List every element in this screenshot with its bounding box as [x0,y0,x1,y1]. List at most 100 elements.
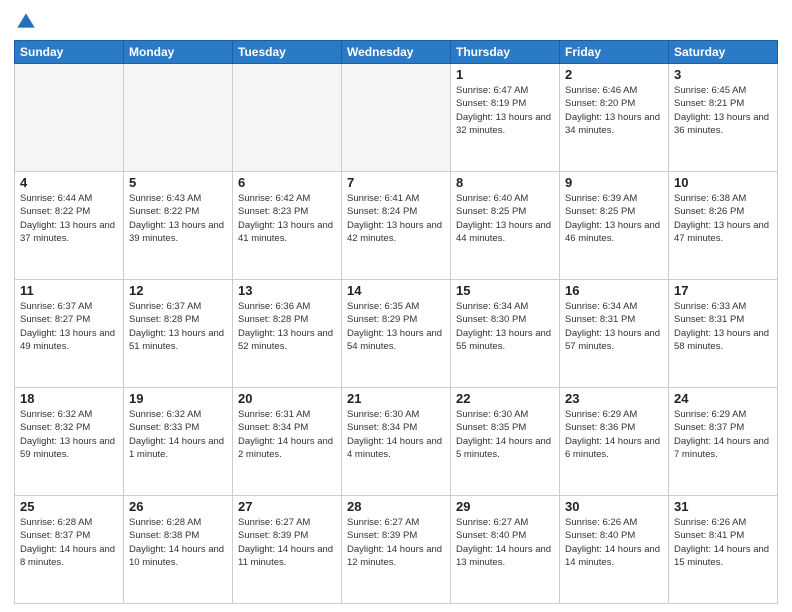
calendar-cell [124,64,233,172]
calendar-cell: 26 Sunrise: 6:28 AMSunset: 8:38 PMDayligh… [124,496,233,604]
day-info: Sunrise: 6:29 AMSunset: 8:37 PMDaylight:… [674,408,772,461]
day-number: 15 [456,283,554,298]
calendar-cell: 15 Sunrise: 6:34 AMSunset: 8:30 PMDayligh… [451,280,560,388]
day-number: 5 [129,175,227,190]
day-info: Sunrise: 6:41 AMSunset: 8:24 PMDaylight:… [347,192,445,245]
day-info: Sunrise: 6:32 AMSunset: 8:32 PMDaylight:… [20,408,118,461]
calendar-week-1: 1 Sunrise: 6:47 AMSunset: 8:19 PMDaylight… [15,64,778,172]
day-number: 30 [565,499,663,514]
day-number: 16 [565,283,663,298]
day-number: 11 [20,283,118,298]
calendar-cell [233,64,342,172]
day-number: 23 [565,391,663,406]
day-number: 13 [238,283,336,298]
calendar-cell: 17Sunrise: 6:33 AMSunset: 8:31 PMDayligh… [669,280,778,388]
day-info: Sunrise: 6:30 AMSunset: 8:35 PMDaylight:… [456,408,554,461]
calendar-week-5: 25Sunrise: 6:28 AMSunset: 8:37 PMDayligh… [15,496,778,604]
day-info: Sunrise: 6:37 AMSunset: 8:28 PMDaylight:… [129,300,227,353]
day-number: 4 [20,175,118,190]
day-number: 14 [347,283,445,298]
day-number: 24 [674,391,772,406]
calendar-header-saturday: Saturday [669,41,778,64]
day-info: Sunrise: 6:26 AMSunset: 8:41 PMDaylight:… [674,516,772,569]
day-info: Sunrise: 6:43 AMSunset: 8:22 PMDaylight:… [129,192,227,245]
calendar-header-friday: Friday [560,41,669,64]
calendar-cell: 3 Sunrise: 6:45 AMSunset: 8:21 PMDaylight… [669,64,778,172]
day-info: Sunrise: 6:35 AMSunset: 8:29 PMDaylight:… [347,300,445,353]
calendar-cell: 20 Sunrise: 6:31 AMSunset: 8:34 PMDayligh… [233,388,342,496]
day-number: 18 [20,391,118,406]
logo-icon [14,10,38,34]
calendar-week-2: 4 Sunrise: 6:44 AMSunset: 8:22 PMDaylight… [15,172,778,280]
day-info: Sunrise: 6:27 AMSunset: 8:40 PMDaylight:… [456,516,554,569]
calendar-cell: 2Sunrise: 6:46 AMSunset: 8:20 PMDaylight… [560,64,669,172]
day-number: 31 [674,499,772,514]
calendar-cell: 16 Sunrise: 6:34 AMSunset: 8:31 PMDayligh… [560,280,669,388]
day-number: 17 [674,283,772,298]
calendar-cell [15,64,124,172]
calendar-header-thursday: Thursday [451,41,560,64]
day-info: Sunrise: 6:44 AMSunset: 8:22 PMDaylight:… [20,192,118,245]
day-number: 28 [347,499,445,514]
day-number: 19 [129,391,227,406]
calendar-cell: 13 Sunrise: 6:36 AMSunset: 8:28 PMDayligh… [233,280,342,388]
calendar-cell: 24 Sunrise: 6:29 AMSunset: 8:37 PMDayligh… [669,388,778,496]
calendar-cell: 8 Sunrise: 6:40 AMSunset: 8:25 PMDaylight… [451,172,560,280]
calendar-table: SundayMondayTuesdayWednesdayThursdayFrid… [14,40,778,604]
calendar-cell: 4 Sunrise: 6:44 AMSunset: 8:22 PMDaylight… [15,172,124,280]
day-info: Sunrise: 6:28 AMSunset: 8:37 PMDaylight:… [20,516,118,569]
day-info: Sunrise: 6:37 AMSunset: 8:27 PMDaylight:… [20,300,118,353]
calendar-cell [342,64,451,172]
calendar-cell: 1 Sunrise: 6:47 AMSunset: 8:19 PMDaylight… [451,64,560,172]
calendar-cell: 7 Sunrise: 6:41 AMSunset: 8:24 PMDaylight… [342,172,451,280]
calendar-cell: 25Sunrise: 6:28 AMSunset: 8:37 PMDayligh… [15,496,124,604]
calendar-cell: 6Sunrise: 6:42 AMSunset: 8:23 PMDaylight… [233,172,342,280]
day-info: Sunrise: 6:28 AMSunset: 8:38 PMDaylight:… [129,516,227,569]
day-info: Sunrise: 6:29 AMSunset: 8:36 PMDaylight:… [565,408,663,461]
day-number: 9 [565,175,663,190]
day-number: 6 [238,175,336,190]
day-info: Sunrise: 6:27 AMSunset: 8:39 PMDaylight:… [347,516,445,569]
day-info: Sunrise: 6:46 AMSunset: 8:20 PMDaylight:… [565,84,663,137]
calendar-cell: 19 Sunrise: 6:32 AMSunset: 8:33 PMDayligh… [124,388,233,496]
day-info: Sunrise: 6:45 AMSunset: 8:21 PMDaylight:… [674,84,772,137]
day-number: 22 [456,391,554,406]
header [14,10,778,34]
day-number: 7 [347,175,445,190]
day-info: Sunrise: 6:30 AMSunset: 8:34 PMDaylight:… [347,408,445,461]
day-number: 20 [238,391,336,406]
calendar-header-monday: Monday [124,41,233,64]
day-info: Sunrise: 6:26 AMSunset: 8:40 PMDaylight:… [565,516,663,569]
day-info: Sunrise: 6:34 AMSunset: 8:30 PMDaylight:… [456,300,554,353]
calendar-header-wednesday: Wednesday [342,41,451,64]
calendar-cell: 18 Sunrise: 6:32 AMSunset: 8:32 PMDayligh… [15,388,124,496]
day-number: 1 [456,67,554,82]
day-info: Sunrise: 6:31 AMSunset: 8:34 PMDaylight:… [238,408,336,461]
day-info: Sunrise: 6:36 AMSunset: 8:28 PMDaylight:… [238,300,336,353]
day-info: Sunrise: 6:39 AMSunset: 8:25 PMDaylight:… [565,192,663,245]
page: SundayMondayTuesdayWednesdayThursdayFrid… [0,0,792,612]
calendar-cell: 28 Sunrise: 6:27 AMSunset: 8:39 PMDayligh… [342,496,451,604]
calendar-cell: 9 Sunrise: 6:39 AMSunset: 8:25 PMDaylight… [560,172,669,280]
day-info: Sunrise: 6:40 AMSunset: 8:25 PMDaylight:… [456,192,554,245]
day-number: 26 [129,499,227,514]
day-number: 27 [238,499,336,514]
calendar-cell: 31 Sunrise: 6:26 AMSunset: 8:41 PMDayligh… [669,496,778,604]
day-info: Sunrise: 6:38 AMSunset: 8:26 PMDaylight:… [674,192,772,245]
day-info: Sunrise: 6:32 AMSunset: 8:33 PMDaylight:… [129,408,227,461]
calendar-cell: 12 Sunrise: 6:37 AMSunset: 8:28 PMDayligh… [124,280,233,388]
day-info: Sunrise: 6:47 AMSunset: 8:19 PMDaylight:… [456,84,554,137]
calendar-week-4: 18 Sunrise: 6:32 AMSunset: 8:32 PMDayligh… [15,388,778,496]
calendar-cell: 22 Sunrise: 6:30 AMSunset: 8:35 PMDayligh… [451,388,560,496]
day-number: 21 [347,391,445,406]
day-number: 12 [129,283,227,298]
day-info: Sunrise: 6:34 AMSunset: 8:31 PMDaylight:… [565,300,663,353]
calendar-cell: 5 Sunrise: 6:43 AMSunset: 8:22 PMDaylight… [124,172,233,280]
calendar-header-row: SundayMondayTuesdayWednesdayThursdayFrid… [15,41,778,64]
day-number: 8 [456,175,554,190]
calendar-cell: 14 Sunrise: 6:35 AMSunset: 8:29 PMDayligh… [342,280,451,388]
day-number: 3 [674,67,772,82]
calendar-cell: 23 Sunrise: 6:29 AMSunset: 8:36 PMDayligh… [560,388,669,496]
calendar-week-3: 11 Sunrise: 6:37 AMSunset: 8:27 PMDayligh… [15,280,778,388]
calendar-cell: 29Sunrise: 6:27 AMSunset: 8:40 PMDayligh… [451,496,560,604]
